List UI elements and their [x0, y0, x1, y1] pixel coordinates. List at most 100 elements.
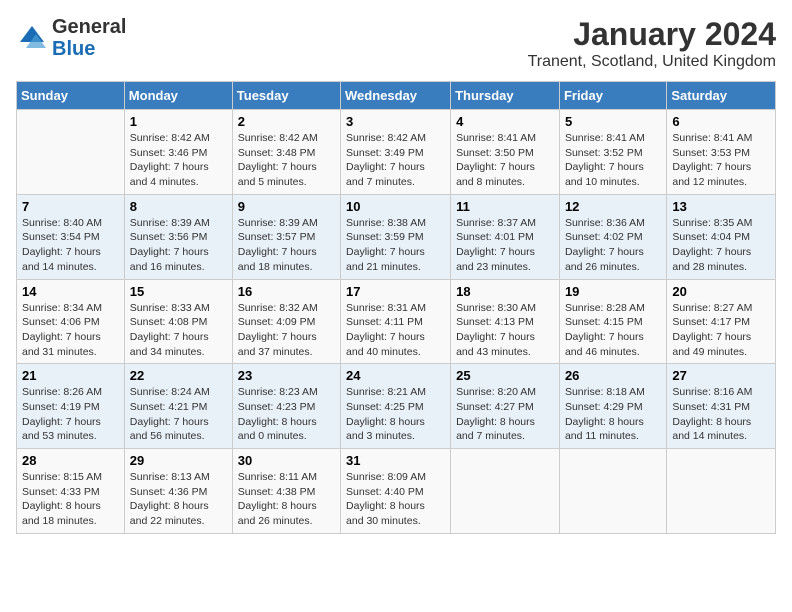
calendar-cell: 14 Sunrise: 8:34 AMSunset: 4:06 PMDayligh…	[17, 279, 125, 364]
calendar-cell: 12Sunrise: 8:36 AMSunset: 4:02 PMDayligh…	[559, 194, 666, 279]
calendar-week-row: 21 Sunrise: 8:26 AMSunset: 4:19 PMDayligh…	[17, 364, 776, 449]
calendar-week-row: 1 Sunrise: 8:42 AMSunset: 3:46 PMDaylight…	[17, 110, 776, 195]
page-title: January 2024	[528, 16, 776, 53]
day-number: 15	[130, 284, 227, 299]
day-number: 21	[22, 368, 119, 383]
calendar-cell: 30Sunrise: 8:11 AMSunset: 4:38 PMDayligh…	[232, 449, 340, 534]
logo-icon	[16, 22, 48, 54]
header-day-wednesday: Wednesday	[341, 82, 451, 110]
header-day-friday: Friday	[559, 82, 666, 110]
day-detail: Sunrise: 8:39 AMSunset: 3:56 PMDaylight:…	[130, 217, 210, 273]
calendar-body: 1 Sunrise: 8:42 AMSunset: 3:46 PMDaylight…	[17, 110, 776, 534]
day-number: 16	[238, 284, 335, 299]
day-number: 22	[130, 368, 227, 383]
calendar-table: SundayMondayTuesdayWednesdayThursdayFrid…	[16, 81, 776, 534]
calendar-header: SundayMondayTuesdayWednesdayThursdayFrid…	[17, 82, 776, 110]
logo-blue: Blue	[52, 38, 126, 60]
day-detail: Sunrise: 8:09 AMSunset: 4:40 PMDaylight:…	[346, 471, 426, 527]
day-detail: Sunrise: 8:27 AMSunset: 4:17 PMDaylight:…	[672, 302, 752, 358]
logo-text: General Blue	[52, 16, 126, 60]
day-number: 17	[346, 284, 445, 299]
day-number: 29	[130, 453, 227, 468]
day-detail: Sunrise: 8:13 AMSunset: 4:36 PMDaylight:…	[130, 471, 210, 527]
calendar-cell: 18 Sunrise: 8:30 AMSunset: 4:13 PMDayligh…	[451, 279, 560, 364]
calendar-cell: 15 Sunrise: 8:33 AMSunset: 4:08 PMDayligh…	[124, 279, 232, 364]
logo-general: General	[52, 16, 126, 38]
day-detail: Sunrise: 8:20 AMSunset: 4:27 PMDaylight:…	[456, 386, 536, 442]
day-detail: Sunrise: 8:30 AMSunset: 4:13 PMDaylight:…	[456, 302, 536, 358]
day-number: 7	[22, 199, 119, 214]
header-day-saturday: Saturday	[667, 82, 776, 110]
calendar-cell: 24 Sunrise: 8:21 AMSunset: 4:25 PMDayligh…	[341, 364, 451, 449]
day-number: 27	[672, 368, 770, 383]
calendar-cell	[17, 110, 125, 195]
calendar-cell: 9Sunrise: 8:39 AMSunset: 3:57 PMDaylight…	[232, 194, 340, 279]
calendar-cell	[667, 449, 776, 534]
day-detail: Sunrise: 8:33 AMSunset: 4:08 PMDaylight:…	[130, 302, 210, 358]
calendar-week-row: 14 Sunrise: 8:34 AMSunset: 4:06 PMDayligh…	[17, 279, 776, 364]
calendar-cell: 23 Sunrise: 8:23 AMSunset: 4:23 PMDayligh…	[232, 364, 340, 449]
day-detail: Sunrise: 8:37 AMSunset: 4:01 PMDaylight:…	[456, 217, 536, 273]
day-number: 12	[565, 199, 661, 214]
calendar-cell: 28Sunrise: 8:15 AMSunset: 4:33 PMDayligh…	[17, 449, 125, 534]
calendar-cell: 11 Sunrise: 8:37 AMSunset: 4:01 PMDayligh…	[451, 194, 560, 279]
title-block: January 2024 Tranent, Scotland, United K…	[528, 16, 776, 71]
header-row: SundayMondayTuesdayWednesdayThursdayFrid…	[17, 82, 776, 110]
day-number: 13	[672, 199, 770, 214]
calendar-cell: 6 Sunrise: 8:41 AMSunset: 3:53 PMDaylight…	[667, 110, 776, 195]
day-detail: Sunrise: 8:21 AMSunset: 4:25 PMDaylight:…	[346, 386, 426, 442]
calendar-cell: 8 Sunrise: 8:39 AMSunset: 3:56 PMDaylight…	[124, 194, 232, 279]
calendar-cell: 17Sunrise: 8:31 AMSunset: 4:11 PMDayligh…	[341, 279, 451, 364]
calendar-cell: 1 Sunrise: 8:42 AMSunset: 3:46 PMDaylight…	[124, 110, 232, 195]
calendar-cell: 5Sunrise: 8:41 AMSunset: 3:52 PMDaylight…	[559, 110, 666, 195]
day-detail: Sunrise: 8:41 AMSunset: 3:52 PMDaylight:…	[565, 132, 645, 188]
header-day-sunday: Sunday	[17, 82, 125, 110]
day-number: 8	[130, 199, 227, 214]
day-number: 23	[238, 368, 335, 383]
day-number: 20	[672, 284, 770, 299]
day-detail: Sunrise: 8:28 AMSunset: 4:15 PMDaylight:…	[565, 302, 645, 358]
header-day-monday: Monday	[124, 82, 232, 110]
day-detail: Sunrise: 8:24 AMSunset: 4:21 PMDaylight:…	[130, 386, 210, 442]
day-detail: Sunrise: 8:15 AMSunset: 4:33 PMDaylight:…	[22, 471, 102, 527]
day-number: 11	[456, 199, 554, 214]
day-number: 24	[346, 368, 445, 383]
day-detail: Sunrise: 8:23 AMSunset: 4:23 PMDaylight:…	[238, 386, 318, 442]
day-number: 3	[346, 114, 445, 129]
day-detail: Sunrise: 8:11 AMSunset: 4:38 PMDaylight:…	[238, 471, 317, 527]
day-detail: Sunrise: 8:32 AMSunset: 4:09 PMDaylight:…	[238, 302, 318, 358]
calendar-cell: 22 Sunrise: 8:24 AMSunset: 4:21 PMDayligh…	[124, 364, 232, 449]
calendar-cell: 29 Sunrise: 8:13 AMSunset: 4:36 PMDayligh…	[124, 449, 232, 534]
day-number: 6	[672, 114, 770, 129]
day-number: 31	[346, 453, 445, 468]
calendar-cell: 26 Sunrise: 8:18 AMSunset: 4:29 PMDayligh…	[559, 364, 666, 449]
calendar-cell: 3 Sunrise: 8:42 AMSunset: 3:49 PMDaylight…	[341, 110, 451, 195]
day-detail: Sunrise: 8:42 AMSunset: 3:46 PMDaylight:…	[130, 132, 210, 188]
calendar-cell: 7 Sunrise: 8:40 AMSunset: 3:54 PMDaylight…	[17, 194, 125, 279]
day-number: 1	[130, 114, 227, 129]
day-detail: Sunrise: 8:18 AMSunset: 4:29 PMDaylight:…	[565, 386, 645, 442]
day-number: 14	[22, 284, 119, 299]
page-header: General Blue January 2024 Tranent, Scotl…	[16, 16, 776, 71]
day-number: 2	[238, 114, 335, 129]
day-detail: Sunrise: 8:26 AMSunset: 4:19 PMDaylight:…	[22, 386, 102, 442]
page-subtitle: Tranent, Scotland, United Kingdom	[528, 53, 776, 71]
day-number: 19	[565, 284, 661, 299]
day-number: 4	[456, 114, 554, 129]
day-detail: Sunrise: 8:41 AMSunset: 3:53 PMDaylight:…	[672, 132, 752, 188]
day-detail: Sunrise: 8:40 AMSunset: 3:54 PMDaylight:…	[22, 217, 102, 273]
day-number: 26	[565, 368, 661, 383]
calendar-cell: 2 Sunrise: 8:42 AMSunset: 3:48 PMDaylight…	[232, 110, 340, 195]
day-detail: Sunrise: 8:35 AMSunset: 4:04 PMDaylight:…	[672, 217, 752, 273]
calendar-cell: 13 Sunrise: 8:35 AMSunset: 4:04 PMDayligh…	[667, 194, 776, 279]
calendar-cell: 27Sunrise: 8:16 AMSunset: 4:31 PMDayligh…	[667, 364, 776, 449]
calendar-cell: 10Sunrise: 8:38 AMSunset: 3:59 PMDayligh…	[341, 194, 451, 279]
calendar-week-row: 28Sunrise: 8:15 AMSunset: 4:33 PMDayligh…	[17, 449, 776, 534]
calendar-cell: 31 Sunrise: 8:09 AMSunset: 4:40 PMDayligh…	[341, 449, 451, 534]
day-detail: Sunrise: 8:42 AMSunset: 3:49 PMDaylight:…	[346, 132, 426, 188]
day-detail: Sunrise: 8:34 AMSunset: 4:06 PMDaylight:…	[22, 302, 102, 358]
header-day-tuesday: Tuesday	[232, 82, 340, 110]
day-number: 18	[456, 284, 554, 299]
logo: General Blue	[16, 16, 126, 60]
day-detail: Sunrise: 8:42 AMSunset: 3:48 PMDaylight:…	[238, 132, 318, 188]
